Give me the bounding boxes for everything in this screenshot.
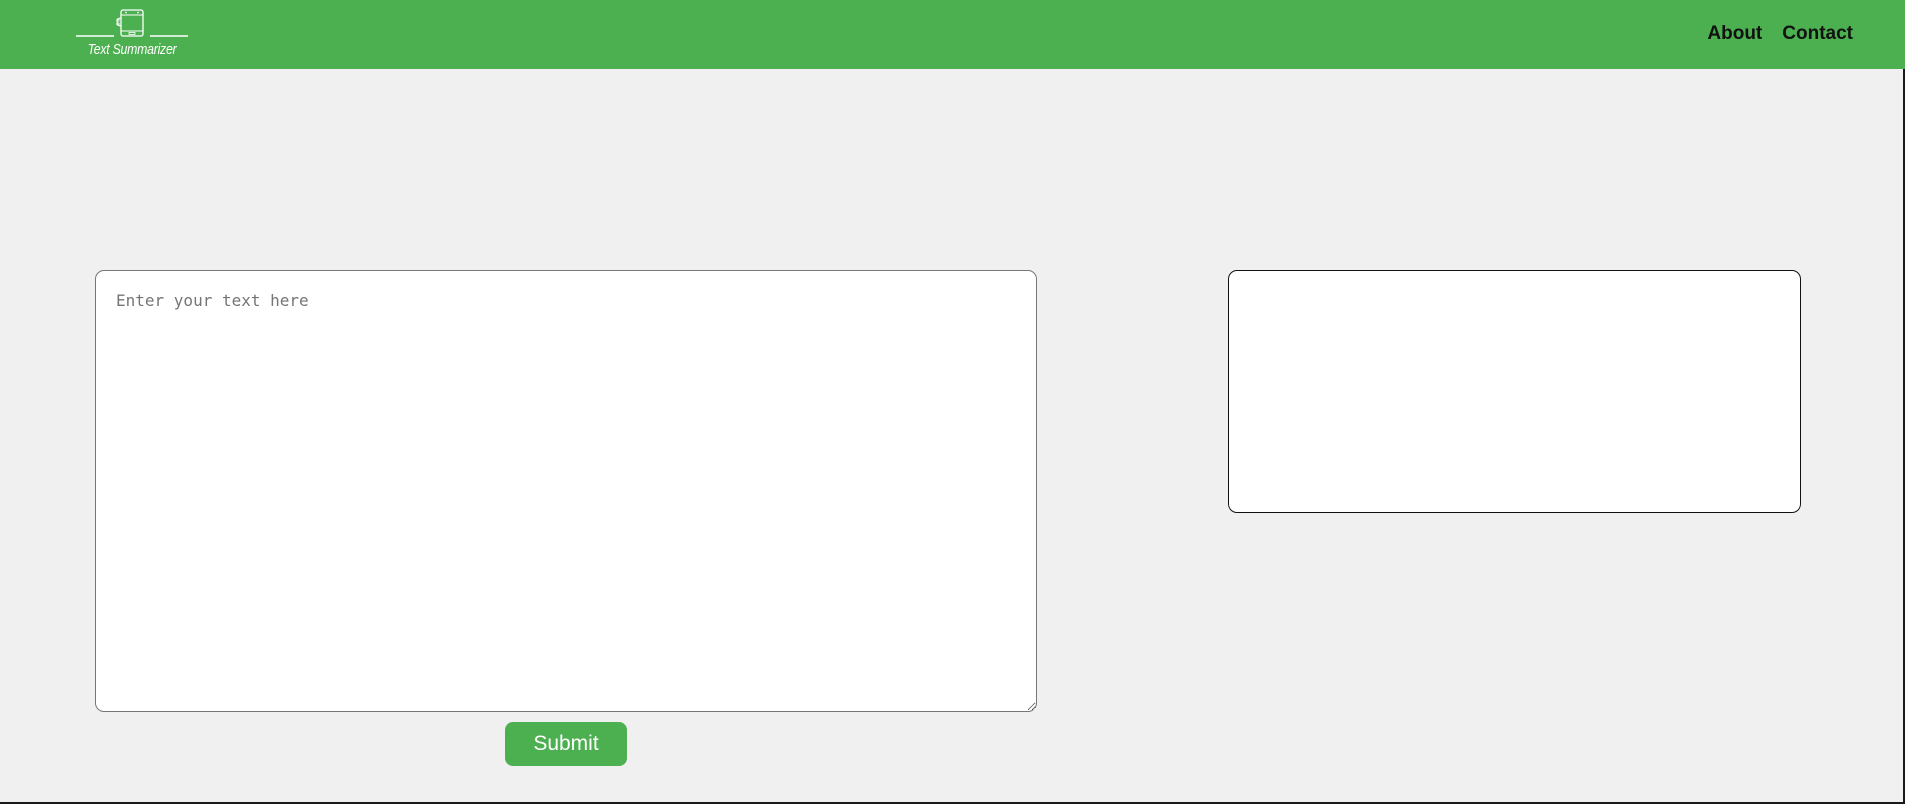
summary-output [1228, 270, 1801, 513]
nav-link-about[interactable]: About [1707, 23, 1762, 45]
nav-links: About Contact [1707, 23, 1853, 45]
submit-button[interactable]: Submit [505, 722, 627, 766]
text-input[interactable] [95, 270, 1037, 712]
logo-text: Text Summarizer [87, 41, 177, 58]
logo[interactable]: Text Summarizer [74, 8, 190, 62]
page: Text Summarizer About Contact Submit [0, 0, 1905, 804]
nav-link-contact[interactable]: Contact [1782, 23, 1853, 45]
navbar: Text Summarizer About Contact [0, 0, 1905, 69]
